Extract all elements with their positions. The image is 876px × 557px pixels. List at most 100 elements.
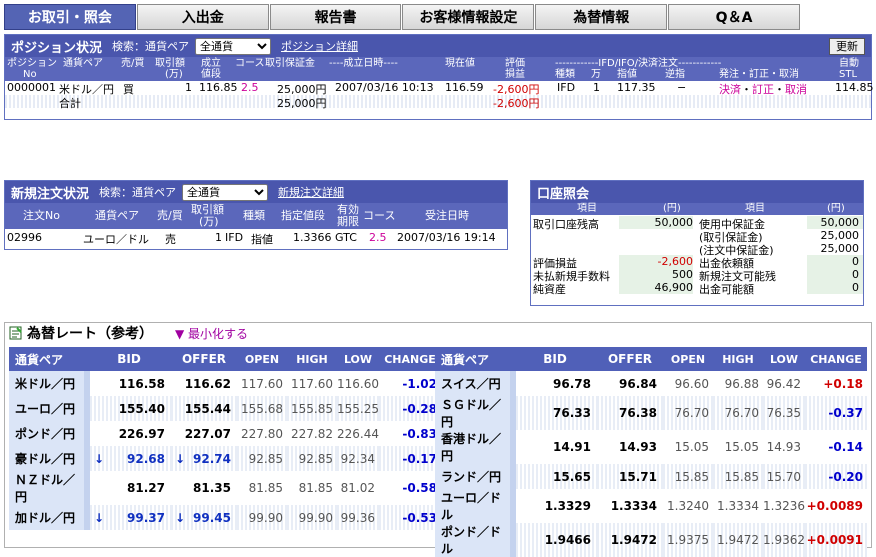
account-item-label: 出金可能額 xyxy=(699,283,754,296)
rates-col-change: CHANGE xyxy=(379,347,441,371)
rates-header-row: 通貨ペア BID OFFER OPEN HIGH LOW CHANGE xyxy=(9,347,441,371)
rate-change: -0.14 xyxy=(828,440,863,454)
account-item-value: 0 xyxy=(852,268,859,281)
pos-stop: − xyxy=(677,81,687,94)
rate-low: 116.60 xyxy=(337,376,379,391)
rate-bid: 1.3329 xyxy=(544,499,591,513)
order-no[interactable]: 02996 xyxy=(7,231,42,244)
rate-offer: 81.35 xyxy=(193,481,231,495)
rate-open: 155.68 xyxy=(237,396,287,421)
notepad-icon xyxy=(9,326,22,340)
account-row: 未払新規手数料 500 新規注文可能残 0 xyxy=(531,268,863,283)
tab-deposit[interactable]: 入出金 xyxy=(136,4,269,30)
rates-col-high: HIGH xyxy=(287,347,337,371)
rate-change: -0.53 xyxy=(379,505,441,530)
acol-item-right: 項目 xyxy=(745,203,765,214)
down-arrow-icon: ↓ xyxy=(94,451,105,466)
rate-panel: 為替レート（参考） ▼ 最小化する 通貨ペア BID OFFER OPEN HIGH LO… xyxy=(4,322,872,557)
ocol-no: 注文No xyxy=(23,209,60,222)
rate-low: 15.70 xyxy=(763,464,805,489)
rate-bid: ↓ 92.68 xyxy=(87,446,171,471)
order-course: 2.5 xyxy=(369,231,387,244)
rate-bid: 14.91 xyxy=(553,440,591,454)
rate-high: 227.82 xyxy=(291,426,333,441)
orders-detail-link[interactable]: 新規注文詳細 xyxy=(278,184,344,200)
col-position: ポジション xyxy=(7,58,57,69)
down-arrow-icon: ↓ xyxy=(175,510,186,525)
rate-change: -0.17 xyxy=(379,446,441,471)
tab-trade[interactable]: お取引・照会 xyxy=(4,4,136,30)
pos-kind: IFD xyxy=(557,81,576,94)
rate-bid-value: 92.68 xyxy=(127,451,165,466)
rate-change: +0.18 xyxy=(823,376,863,391)
order-date: 2007/03/16 19:14 xyxy=(397,231,496,244)
rate-high: 117.60 xyxy=(291,376,333,391)
rate-pair: スイス／円 xyxy=(435,371,516,396)
pos-qty: 1 xyxy=(593,81,600,94)
col-limit: 指値 xyxy=(617,69,637,80)
rate-open: 96.60 xyxy=(674,376,709,391)
col-kind: 種類 xyxy=(555,69,575,80)
rate-row: ランド／円 15.65 15.71 15.85 15.85 15.70 -0.20 xyxy=(435,464,867,489)
tab-fx-info[interactable]: 為替情報 xyxy=(535,4,668,30)
order-pair: ユーロ／ドル xyxy=(83,233,149,246)
rates-col-offer: OFFER xyxy=(597,347,663,371)
rate-row: スイス／円 96.78 96.84 96.60 96.88 96.42 +0.18 xyxy=(435,371,867,396)
order-type: 指値 xyxy=(251,233,273,246)
orders-header: 新規注文状況 検索：通貨ペア 全通貨 新規注文詳細 xyxy=(5,181,507,203)
account-item-value: 25,000 xyxy=(820,229,860,242)
rate-offer: 116.62 xyxy=(184,376,231,391)
total-margin: 25,000円 xyxy=(277,97,327,110)
position-currency-select[interactable]: 全通貨 xyxy=(195,37,272,55)
col-pl: 評価 xyxy=(505,58,525,69)
rates-col-bid: BID xyxy=(87,347,171,371)
rate-open: 15.05 xyxy=(674,440,709,454)
account-header: 口座照会 xyxy=(531,181,863,203)
rate-low: 76.35 xyxy=(763,396,805,430)
rate-low: 96.42 xyxy=(766,376,801,391)
tab-qa[interactable]: Q＆A xyxy=(668,4,800,30)
orders-title: 新規注文状況 xyxy=(11,186,90,202)
account-row: 純資産 46,900 出金可能額 0 xyxy=(531,281,863,296)
rate-high: 155.85 xyxy=(287,396,337,421)
position-detail-link[interactable]: ポジション詳細 xyxy=(281,38,358,54)
rate-offer-value: 92.74 xyxy=(193,451,231,466)
rate-change: -0.58 xyxy=(402,481,437,495)
rate-open: 15.85 xyxy=(663,464,713,489)
tab-settings[interactable]: お客様情報設定 xyxy=(402,4,535,30)
rate-pair: ランド／円 xyxy=(435,464,516,489)
rate-bid-value: 99.37 xyxy=(127,510,165,525)
down-arrow-icon: ↓ xyxy=(175,451,186,466)
orders-column-headers: 注文No 通貨ペア 売/買 取引額 (万) 種類 指定値段 有効 期限 コース … xyxy=(5,203,507,229)
refresh-button[interactable]: 更新 xyxy=(829,37,865,55)
minimize-link[interactable]: ▼ 最小化する xyxy=(175,325,248,342)
col-current: 現在値 xyxy=(445,58,475,69)
col-pl-2: 損益 xyxy=(505,69,525,80)
rate-offer: 155.44 xyxy=(171,396,237,421)
rate-high: 76.70 xyxy=(713,396,763,430)
col-actions: 発注・訂正・取消 xyxy=(719,69,799,80)
tab-reports[interactable]: 報告書 xyxy=(269,4,402,30)
rate-offer: ↓ 92.74 xyxy=(171,446,237,471)
ocol-pair: 通貨ペア xyxy=(95,209,139,222)
rate-pair: ユーロ／円 xyxy=(9,396,90,421)
account-item-value: -2,600 xyxy=(657,255,693,268)
rate-low: 14.93 xyxy=(766,440,801,454)
account-panel: 口座照会 項目 (円) 項目 (円) 取引口座残高 50,000 使用中保証金 50,… xyxy=(530,180,864,306)
ocol-valid: 有効 xyxy=(337,203,359,216)
orders-currency-select[interactable]: 全通貨 xyxy=(182,183,269,201)
col-side: 売/買 xyxy=(121,58,145,69)
rates-col-change: CHANGE xyxy=(805,347,867,371)
rate-open: 92.85 xyxy=(237,446,287,471)
rate-high: 92.85 xyxy=(287,446,337,471)
rates-col-high: HIGH xyxy=(713,347,763,371)
col-margin: 取引保証金 xyxy=(265,58,315,69)
rate-offer: 15.71 xyxy=(597,464,663,489)
col-stop: 逆指 xyxy=(665,69,685,80)
rates-col-bid: BID xyxy=(513,347,597,371)
account-column-headers: 項目 (円) 項目 (円) xyxy=(531,203,863,215)
col-settle-group: ------------IFD/IFO/決済注文------------ xyxy=(555,58,722,69)
rates-col-low: LOW xyxy=(763,347,805,371)
rate-offer: ↓ 99.45 xyxy=(171,505,237,530)
rates-table-right: 通貨ペア BID OFFER OPEN HIGH LOW CHANGE スイス／円 96.78 9… xyxy=(435,347,870,557)
